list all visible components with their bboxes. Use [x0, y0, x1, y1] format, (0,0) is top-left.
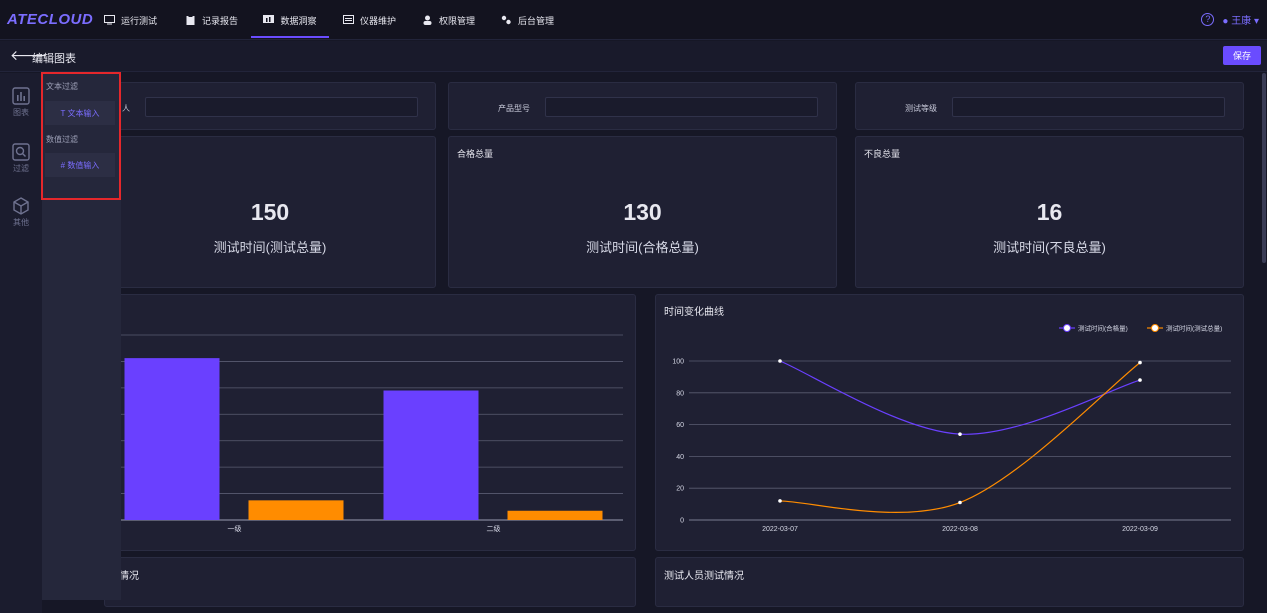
kpi-card-defect: 不良总量 16 测试时间(不良总量) [855, 136, 1244, 288]
nav-label: 仪器维护 [360, 15, 397, 26]
y-tick-label: 100 [672, 359, 684, 366]
x-tick-label: 二级 [487, 524, 501, 533]
card-title: 测试人员测试情况 [664, 571, 744, 582]
filter-label: 产品型号 [498, 104, 530, 113]
page-title: 编辑图表 [32, 53, 76, 65]
user-area: ? ● 王康 ▾ [1201, 12, 1259, 27]
series-line [779, 360, 1141, 435]
y-tick-label: 40 [676, 454, 684, 461]
rail-item-other[interactable]: 其他 [0, 197, 42, 228]
chart-screen-icon [263, 15, 275, 23]
series-line [779, 362, 1141, 513]
kpi-value: 150 [250, 199, 290, 225]
nav-label: 数据洞察 [280, 15, 317, 26]
data-point [1138, 360, 1142, 365]
nav-instrument[interactable]: 仪器维护 [343, 0, 396, 40]
filter-label: 人 [122, 104, 130, 113]
nav-run-test[interactable]: 运行测试 [104, 0, 157, 40]
filter-card-level: 测试等级 [855, 82, 1244, 130]
data-point [958, 432, 962, 436]
bottom-card-left: 情况 [104, 557, 636, 607]
nav-label: 后台管理 [518, 15, 555, 26]
bar [248, 500, 344, 520]
bar-chart: 一级 二级 [105, 334, 623, 533]
legend-marker [1151, 324, 1159, 332]
rail-label: 过滤 [13, 164, 29, 173]
x-tick-label: 一级 [228, 524, 242, 533]
chevron-down-icon: ▾ [1253, 16, 1259, 27]
bar-chart-icon [12, 87, 30, 105]
search-icon [12, 143, 30, 161]
bar [383, 390, 479, 520]
legend-label: 测试时间(测试总量) [1166, 324, 1222, 333]
bar [124, 358, 220, 520]
user-name: 王康 [1231, 16, 1252, 27]
x-tick-label: 2022-03-09 [1122, 526, 1158, 533]
data-point [1138, 378, 1142, 382]
page-scrollbar[interactable] [1262, 73, 1266, 263]
kpi-label: 测试时间(不良总量) [993, 240, 1106, 255]
bottom-card-right: 测试人员测试情况 [655, 557, 1244, 607]
highlight-box [41, 72, 121, 200]
clipboard-icon [186, 15, 195, 25]
top-navbar: ATECLOUD 运行测试 记录报告 数据洞察 仪器维护 权限管理 后台管理 ?… [0, 0, 1267, 40]
card-title: 情况 [119, 571, 139, 582]
nav-records[interactable]: 记录报告 [185, 0, 238, 40]
data-point [778, 499, 782, 503]
person-filter-input[interactable] [145, 97, 418, 117]
monitor-icon [104, 15, 115, 25]
card-title: 不良总量 [864, 149, 901, 159]
rail-label: 图表 [13, 108, 29, 117]
nav-label: 运行测试 [121, 15, 158, 26]
x-tick-label: 2022-03-07 [762, 526, 798, 533]
bar [507, 510, 603, 520]
x-tick-label: 2022-03-08 [942, 526, 978, 533]
nav-permissions[interactable]: 权限管理 [422, 0, 475, 40]
card-title: 合格总量 [457, 149, 494, 159]
level-filter-input[interactable] [952, 97, 1225, 117]
rail-item-chart[interactable]: 图表 [0, 87, 42, 118]
nav-label: 权限管理 [439, 15, 476, 26]
nav-data-insight[interactable]: 数据洞察 [251, 0, 329, 40]
filter-card-person: 人 [104, 82, 436, 130]
user-icon: ● [1222, 16, 1229, 27]
filter-label: 测试等级 [905, 104, 937, 113]
y-tick-label: 60 [676, 422, 684, 429]
kpi-value: 16 [1036, 199, 1063, 225]
kpi-value: 130 [623, 199, 662, 225]
product-filter-input[interactable] [545, 97, 818, 117]
rail-item-filter[interactable]: 过滤 [0, 143, 42, 174]
legend-marker [1063, 324, 1071, 332]
instrument-icon [343, 15, 354, 24]
bar-chart-card: 一级 二级 [104, 294, 636, 551]
kpi-label: 测试时间(合格总量) [586, 240, 699, 255]
line-chart-card: 时间变化曲线 0 20 40 60 80 100 2022-03-07 2022-03-08 2… [655, 294, 1244, 551]
filter-card-product: 产品型号 [448, 82, 837, 130]
user-menu[interactable]: ● 王康 ▾ [1222, 12, 1259, 27]
app-logo: ATECLOUD [7, 11, 94, 28]
kpi-card-pass: 合格总量 130 测试时间(合格总量) [448, 136, 837, 288]
y-tick-label: 0 [680, 518, 684, 525]
settings-nodes-icon [501, 15, 511, 25]
data-point [958, 500, 962, 505]
cube-icon [13, 197, 29, 215]
left-rail: 图表 过滤 其他 [0, 73, 42, 613]
y-tick-label: 20 [676, 486, 684, 493]
kpi-label: 测试时间(测试总量) [213, 240, 327, 255]
question-circle-icon[interactable]: ? [1201, 13, 1215, 26]
nav-admin[interactable]: 后台管理 [501, 0, 554, 40]
line-chart: 0 20 40 60 80 100 2022-03-07 2022-03-08 2022-03-… [672, 324, 1231, 533]
legend-label: 测试时间(合格量) [1078, 324, 1128, 333]
editor-header: 🡐 编辑图表 保存 [0, 41, 1267, 72]
users-icon [423, 15, 432, 25]
y-tick-label: 80 [676, 390, 684, 397]
data-point [778, 359, 782, 363]
nav-label: 记录报告 [202, 15, 239, 26]
kpi-card-total: 150 测试时间(测试总量) [104, 136, 436, 288]
save-button[interactable]: 保存 [1223, 46, 1261, 65]
rail-label: 其他 [13, 218, 29, 227]
